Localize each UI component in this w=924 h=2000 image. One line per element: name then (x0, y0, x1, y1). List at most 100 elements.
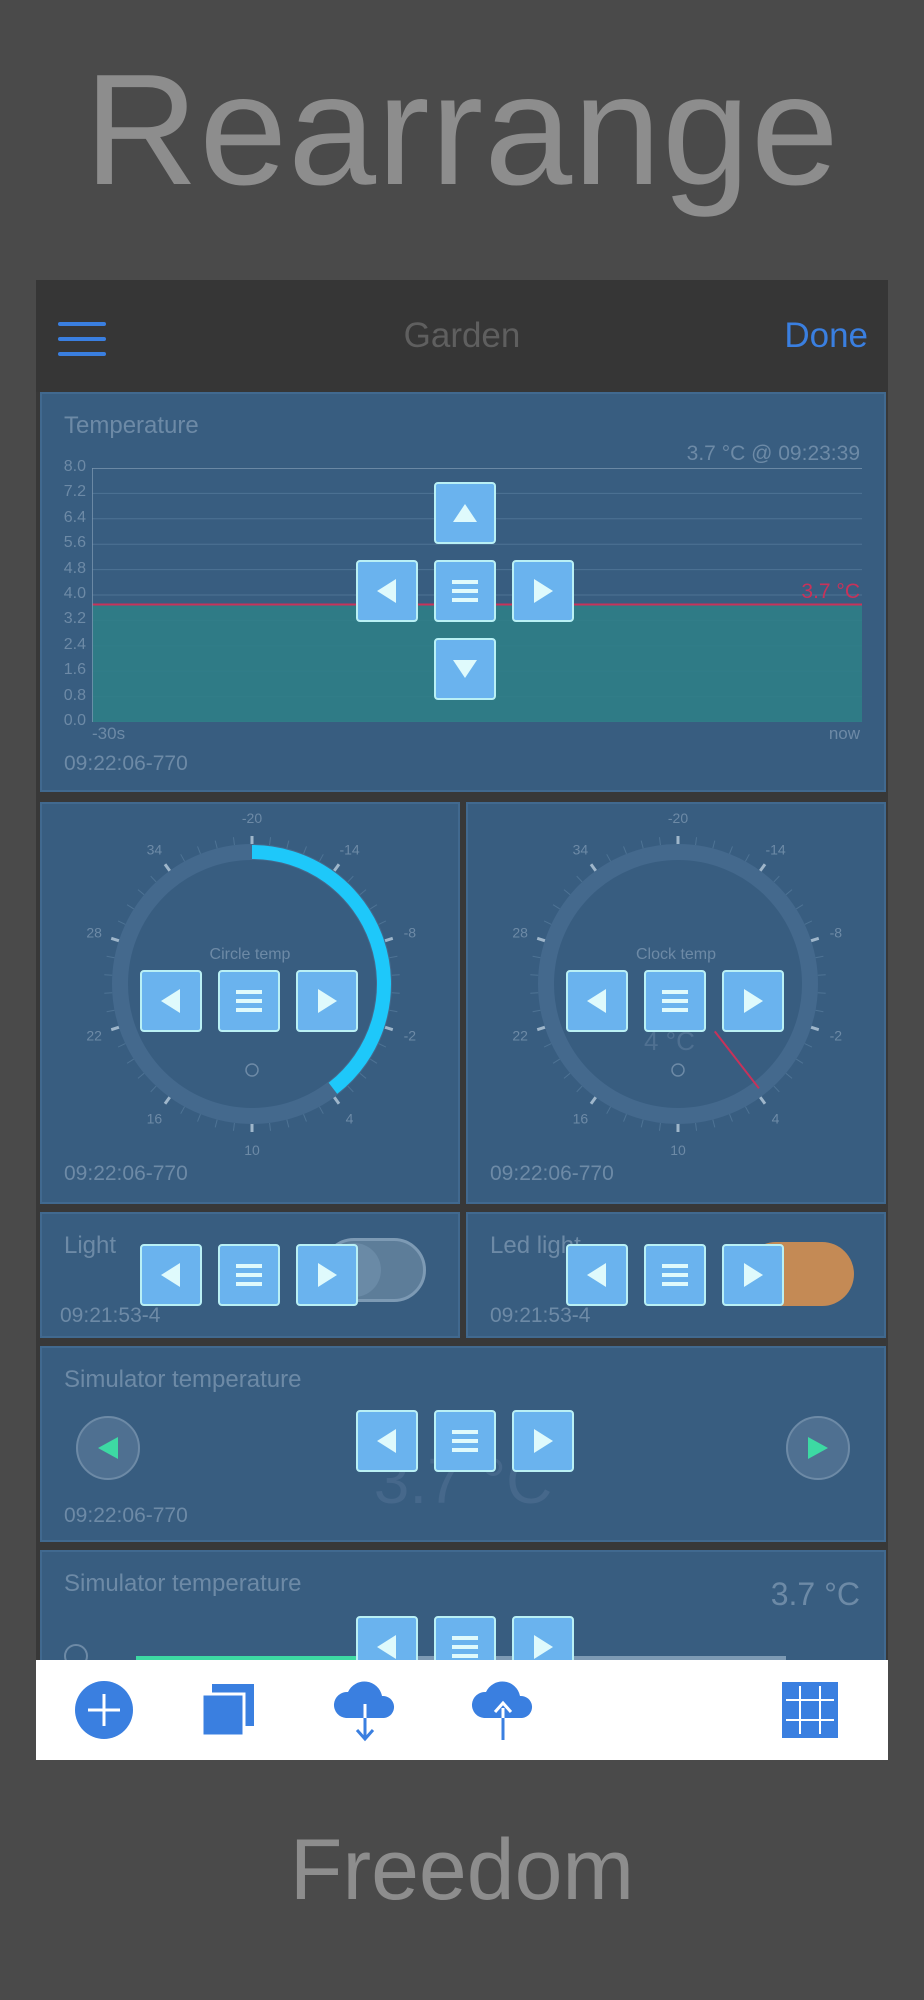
move-left-button[interactable] (356, 1410, 418, 1472)
current-reading: 3.7 °C @ 09:23:39 (686, 442, 860, 465)
move-left-button[interactable] (566, 970, 628, 1032)
gauge-tick (137, 889, 145, 896)
circle-temp-card[interactable]: -20 -14 -8 -2 4 10 16 22 28 34 Circle temp 09:22:… (40, 802, 460, 1204)
gauge-tick (658, 837, 661, 846)
gauge-tick (576, 1085, 583, 1093)
gauge-tick (150, 1085, 157, 1093)
gauge-tick (552, 1058, 561, 1064)
sim-title: Simulator temperature (64, 1366, 302, 1393)
move-left-button[interactable] (356, 560, 418, 622)
move-right-button[interactable] (722, 1244, 784, 1306)
gauge-label: Clock temp (635, 946, 717, 963)
arrow-left-icon (377, 1429, 396, 1453)
widget-menu-button[interactable] (434, 560, 496, 622)
gauge-tick-label: 28 (512, 925, 528, 941)
light-card[interactable]: Light 09:21:53-4 (40, 1212, 460, 1338)
arrow-right-icon (534, 1429, 553, 1453)
move-right-button[interactable] (296, 970, 358, 1032)
led-light-card[interactable]: Led light 09:21:53-4 (466, 1212, 886, 1338)
gauge-tick (197, 846, 201, 855)
menu-icon (236, 1264, 262, 1286)
widget-menu-button[interactable] (644, 1244, 706, 1306)
y-tick-label: 5.6 (63, 534, 86, 552)
gauge-tick (117, 1043, 126, 1048)
move-right-button[interactable] (722, 970, 784, 1032)
cloud-download-icon[interactable] (330, 1674, 400, 1744)
move-left-button[interactable] (140, 1244, 202, 1306)
move-down-button[interactable] (434, 638, 496, 700)
gauge-tick (104, 992, 113, 994)
gauge-tick-label: -2 (404, 1027, 417, 1043)
gauge-tick-label: 10 (244, 1142, 260, 1158)
gauge-tick (126, 904, 135, 910)
gauge-tick (695, 1122, 698, 1131)
cloud-upload-icon[interactable] (468, 1674, 538, 1744)
toggle-knob (796, 1246, 852, 1302)
gauge-tick-label: 16 (147, 1110, 163, 1126)
widget-menu-button[interactable] (218, 1244, 280, 1306)
menu-icon (452, 1430, 478, 1452)
gauge-tick (745, 854, 750, 862)
move-right-button[interactable] (512, 560, 574, 622)
gauge-tick (347, 1085, 354, 1093)
gauge-tick-label: -2 (830, 1027, 843, 1043)
gauge-tick (286, 1119, 290, 1128)
timestamp: 09:22:06-770 (64, 752, 188, 775)
gauge-tick (319, 854, 324, 862)
gauge-tick (530, 992, 539, 994)
add-widget-icon[interactable] (74, 1680, 134, 1740)
gauge-tick (347, 875, 354, 883)
move-right-button[interactable] (512, 1410, 574, 1472)
duplicate-icon[interactable] (198, 1680, 258, 1740)
arrow-left-icon (377, 1635, 396, 1659)
y-tick-label: 6.4 (63, 508, 86, 526)
sim2-value: 3.7 °C (770, 1576, 860, 1612)
gauge-tick (543, 920, 552, 925)
simulator-temp-card[interactable]: Simulator temperature 3.7 °C 09:22:06-77… (40, 1346, 886, 1542)
gauge-tick (640, 840, 644, 849)
promo-headline: Rearrange (84, 42, 840, 218)
clock-temp-card[interactable]: -20 -14 -8 -2 4 10 16 22 28 34 Clock temp 4 °C 09… (466, 802, 886, 1204)
gauge-tick (576, 875, 583, 883)
menu-icon (452, 1636, 478, 1658)
widget-menu-button[interactable] (644, 970, 706, 1032)
y-tick-label: 8.0 (63, 458, 86, 475)
grid-icon[interactable] (780, 1680, 840, 1740)
arrow-right-icon (744, 989, 763, 1013)
gauge-tick (197, 1113, 201, 1122)
gauge-tick (623, 846, 627, 855)
widget-menu-button[interactable] (434, 1410, 496, 1472)
gauge-tick-label: 16 (573, 1110, 589, 1126)
timestamp: 09:22:06-770 (64, 1504, 188, 1527)
gauge-tick (269, 837, 272, 846)
arrow-right-icon (318, 989, 337, 1013)
gauge-tick (389, 1009, 398, 1013)
gauge-tick (286, 840, 290, 849)
move-left-button[interactable] (566, 1244, 628, 1306)
arrow-right-icon (318, 1263, 337, 1287)
widget-menu-button[interactable] (218, 970, 280, 1032)
timestamp: 09:21:53-4 (60, 1304, 161, 1327)
gauge-tick (695, 837, 698, 846)
gauge-tick (269, 1122, 272, 1131)
gauge-tick-label: -14 (765, 842, 785, 858)
gauge-tick-label: 10 (670, 1142, 686, 1158)
gauge-tick (214, 840, 218, 849)
gauge-tick (232, 1122, 235, 1131)
gauge-tick (623, 1113, 627, 1122)
gauge-tick (606, 854, 611, 862)
gauge-tick (378, 1043, 387, 1048)
temperature-card-title: Temperature (64, 412, 199, 439)
app-screen: Garden Done Temperature 3.7 °C @ 09:23:3… (36, 280, 888, 1760)
gauge-tick (303, 1113, 307, 1122)
bottom-toolbar (36, 1660, 888, 1760)
temperature-card[interactable]: Temperature 3.7 °C @ 09:23:39 8.0 7.2 6.4 5… (40, 392, 886, 792)
move-up-button[interactable] (434, 482, 496, 544)
move-right-button[interactable] (296, 1244, 358, 1306)
arrow-left-icon (587, 989, 606, 1013)
done-button[interactable]: Done (784, 316, 868, 356)
move-left-button[interactable] (140, 970, 202, 1032)
gauge-tick (532, 1009, 541, 1013)
gauge-tick (817, 974, 826, 976)
gauge-tick (773, 875, 780, 883)
